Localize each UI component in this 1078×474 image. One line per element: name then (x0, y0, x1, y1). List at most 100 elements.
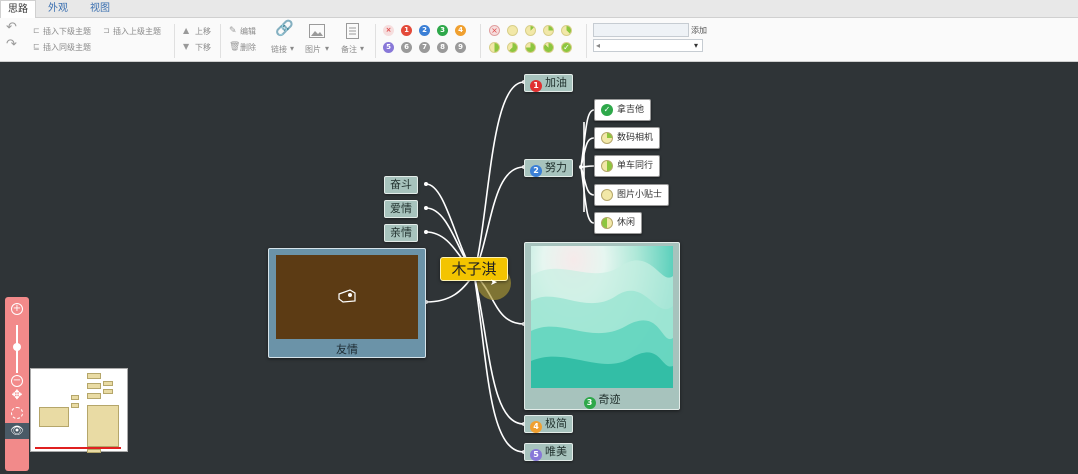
remove-priority-icon[interactable]: × (383, 25, 394, 36)
subnode-3[interactable]: 单车同行 (594, 155, 661, 177)
chevron-down-icon: ▾ (360, 44, 365, 53)
progress-icon[interactable] (543, 25, 554, 36)
select-left-arrow[interactable]: ◂ (596, 41, 600, 50)
priority-2-icon[interactable]: 2 (419, 25, 430, 36)
insert-sibling-button[interactable]: 插入同级主题 (43, 42, 91, 53)
template-select-label: 添加 (691, 26, 707, 35)
node-image (276, 255, 418, 339)
priority-1-icon: 1 (530, 80, 542, 92)
minimap-block (87, 405, 119, 447)
link-wanmei (473, 273, 525, 453)
node-label: 加油 (545, 76, 567, 89)
subnode-4[interactable]: 图片小贴士 (594, 184, 670, 206)
tab-thinking[interactable]: 思路 (0, 0, 36, 18)
note-button[interactable]: 备注 (341, 44, 357, 55)
progress-icon[interactable] (525, 25, 536, 36)
priority-6-icon[interactable]: 6 (401, 42, 412, 53)
tab-view[interactable]: 视图 (82, 0, 118, 18)
undo-icon[interactable]: ↶ (6, 21, 17, 34)
theme-select[interactable]: ◂ ▾ (593, 39, 703, 52)
progress-icon[interactable] (525, 42, 536, 53)
node-nuli[interactable]: 2 努力 (524, 159, 573, 177)
node-label: 奇迹 (598, 393, 621, 406)
image-button[interactable]: 图片 (305, 44, 321, 55)
progress-icon[interactable] (507, 25, 518, 36)
subnode-1[interactable]: ✓ 拿吉他 (594, 99, 652, 121)
progress-half-icon (601, 217, 613, 229)
progress-empty-icon (601, 189, 613, 201)
priority-4-icon[interactable]: 4 (455, 25, 466, 36)
node-qinqing[interactable]: 亲情 (384, 224, 418, 242)
gradient-wave-image (531, 260, 673, 388)
priority-9-icon[interactable]: 9 (455, 42, 466, 53)
node-fendou[interactable]: 奋斗 (384, 176, 418, 194)
arrow-down-icon: ▼ (183, 42, 190, 51)
insert-child-icon: ⊏ (33, 26, 40, 35)
node-youqing[interactable]: 友情 (268, 248, 426, 358)
subnode-label: 数码相机 (617, 133, 654, 143)
link-button[interactable]: 链接 (271, 44, 287, 55)
edit-button[interactable]: 编辑 (240, 26, 256, 37)
remove-progress-icon[interactable]: × (489, 25, 500, 36)
priority-8-icon[interactable]: 8 (437, 42, 448, 53)
priority-1-icon[interactable]: 1 (401, 25, 412, 36)
minimap-block (87, 449, 101, 453)
node-label: 极简 (545, 417, 567, 430)
chevron-down-icon: ▾ (694, 41, 699, 50)
move-icon[interactable]: ✥ (11, 389, 23, 403)
progress-icon[interactable] (543, 42, 554, 53)
insert-sibling-icon: ⊑ (33, 42, 40, 51)
divider (586, 24, 587, 58)
anchor-dot (424, 230, 428, 234)
template-select[interactable] (593, 23, 689, 37)
insert-child-button[interactable]: 插入下级主题 (43, 26, 91, 37)
priority-7-icon[interactable]: 7 (419, 42, 430, 53)
move-up-button[interactable]: 上移 (195, 26, 211, 37)
node-aixin[interactable]: 爱情 (384, 200, 418, 218)
anchor-dot (424, 206, 428, 210)
zoom-slider-handle[interactable] (13, 343, 21, 351)
mindmap-canvas[interactable]: 1 加油 2 努力 4 极简 5 唯美 奋斗 爱情 亲情 ✓ 拿吉他 数码相机 单车同行 (0, 62, 1078, 474)
tab-appearance[interactable]: 外观 (40, 0, 76, 18)
delete-button[interactable]: 删除 (240, 42, 256, 53)
zoom-in-icon[interactable]: + (11, 303, 23, 315)
priority-3-icon[interactable]: 3 (437, 25, 448, 36)
node-jidu[interactable]: 4 极简 (524, 415, 573, 433)
image-placeholder-icon (338, 289, 356, 303)
insert-parent-icon: ⊐ (103, 26, 110, 35)
progress-icon[interactable] (507, 42, 518, 53)
eye-icon[interactable]: 👁 (5, 423, 29, 439)
minimap-block (39, 407, 69, 427)
toolbar: ↶ ↷ ⊏ 插入下级主题 ⊐ 插入上级主题 ⊑ 插入同级主题 ▲ 上移 ▼ 下移… (0, 18, 1078, 62)
check-icon: ✓ (601, 104, 613, 116)
node-qiji[interactable]: 3 奇迹 (524, 242, 680, 410)
subnode-2[interactable]: 数码相机 (594, 127, 661, 149)
progress-icon[interactable]: ✓ (561, 42, 572, 53)
trash-icon: 🗑 (229, 42, 241, 52)
insert-parent-button[interactable]: 插入上级主题 (113, 26, 161, 37)
progress-quarter-icon (601, 132, 613, 144)
minimap[interactable] (30, 368, 128, 453)
divider (174, 24, 175, 58)
zoom-out-icon[interactable]: − (11, 375, 23, 387)
node-wanmei[interactable]: 5 唯美 (524, 443, 573, 461)
priority-5-icon[interactable]: 5 (383, 42, 394, 53)
note-icon (346, 23, 359, 39)
progress-icon[interactable] (561, 25, 572, 36)
redo-icon[interactable]: ↷ (6, 38, 17, 51)
locate-icon[interactable] (11, 407, 23, 419)
move-down-button[interactable]: 下移 (195, 42, 211, 53)
node-label-wrapper: 3 奇迹 (525, 391, 679, 409)
subnode-5[interactable]: 休闲 (594, 212, 643, 234)
minimap-block (71, 395, 79, 400)
tab-bar: 思路 外观 视图 (0, 0, 1078, 18)
node-jiayou[interactable]: 1 加油 (524, 74, 573, 92)
pencil-icon: ✎ (229, 26, 237, 36)
chevron-down-icon: ▾ (290, 44, 295, 53)
node-label: 唯美 (545, 445, 567, 458)
progress-icon[interactable] (489, 42, 500, 53)
priority-3-icon: 3 (583, 397, 596, 409)
divider (375, 24, 376, 58)
image-icon (309, 24, 325, 38)
link-icon: 🔗 (275, 19, 294, 37)
